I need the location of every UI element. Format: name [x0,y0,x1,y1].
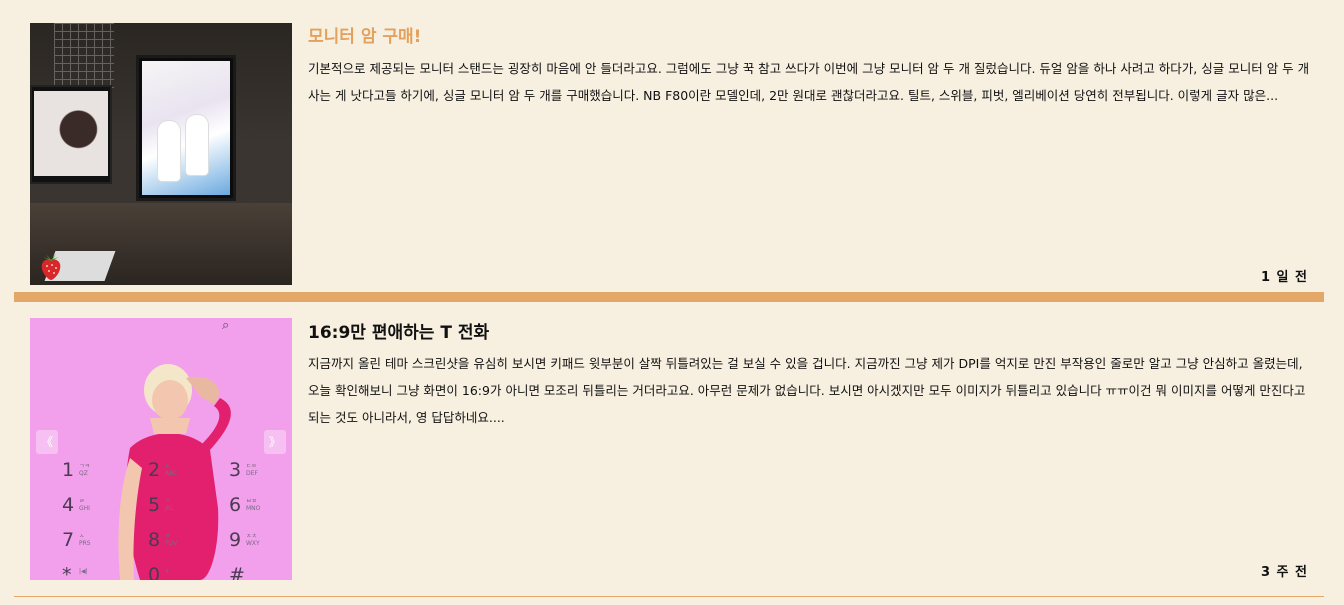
dialer-key-sub: ㅈㅊ WXY [246,533,260,547]
dialer-key[interactable]: 5 [148,494,160,516]
dialer-key-sub: ㅇ TUV [165,533,178,547]
dialer-key[interactable]: 1 [62,459,74,481]
post-time: 3 주 전 [1260,565,1308,580]
post-excerpt[interactable]: 지금까지 올린 테마 스크린샷을 유심히 보시면 키패드 윗부분이 살짝 뒤틀려… [308,350,1310,431]
post-title[interactable]: 16:9만 편애하는 T 전화 [308,318,489,343]
thumb-figure [186,115,208,175]
dialer-key-sub: ㄴ ABC [165,463,178,477]
strawberry-icon [41,254,61,280]
chevron-right-icon[interactable]: 》 [264,430,286,454]
thumb-left-monitor [30,85,112,184]
dialer-key-sub: ㄹ GHI [79,498,90,512]
dialer-key[interactable]: 9 [229,529,241,551]
dialer-key-sub: + [165,568,171,575]
dialer-key[interactable]: # [229,564,245,580]
dialer-key[interactable]: 4 [62,494,74,516]
dialer-key[interactable]: 2 [148,459,160,481]
post-item[interactable]: ⌕ 《 》 1 ㄱㅋ QZ 2 ㄴ ABC 3 ㄷㅌ DEF 4 ㄹ GHI 5… [14,303,1324,595]
dialer-key-sub: ㄱㅋ QZ [79,463,91,477]
dialer-key-sub: ㄷㅌ DEF [246,463,258,477]
dialer-key[interactable]: 3 [229,459,241,481]
dialer-key-sub: ㅁ JKL [165,498,175,512]
post-title[interactable]: 모니터 암 구매! [308,22,421,47]
post-divider [14,596,1324,597]
thumb-right-monitor [136,55,236,201]
post-time: 1 일 전 [1260,270,1308,285]
thumb-right-screen [142,61,230,195]
post-thumbnail[interactable]: ⌕ 《 》 1 ㄱㅋ QZ 2 ㄴ ABC 3 ㄷㅌ DEF 4 ㄹ GHI 5… [30,318,292,580]
post-thumbnail[interactable] [30,23,292,285]
search-icon[interactable]: ⌕ [222,318,229,333]
post-item[interactable]: 모니터 암 구매! 기본적으로 제공되는 모니터 스탠드는 굉장히 마음에 안 … [14,0,1324,292]
dialer-key-sub: ㅅ PRS [79,533,91,547]
dialer-key[interactable]: * [62,564,72,580]
dialer-key[interactable]: 0 [148,564,160,580]
thumb-wire-grid [54,23,114,93]
post-excerpt[interactable]: 기본적으로 제공되는 모니터 스탠드는 굉장히 마음에 안 들더라고요. 그럼에… [308,55,1310,109]
dialer-key[interactable]: 6 [229,494,241,516]
thumb-left-screen [34,91,108,176]
dialer-key-sub: ㅂㅍ MNO [246,498,261,512]
dialer-key[interactable]: 8 [148,529,160,551]
thumb-figure [158,121,180,181]
post-divider [14,292,1324,302]
chevron-left-icon[interactable]: 《 [36,430,58,454]
dialer-key[interactable]: 7 [62,529,74,551]
dialer-key-sub: |◀| [79,568,88,575]
